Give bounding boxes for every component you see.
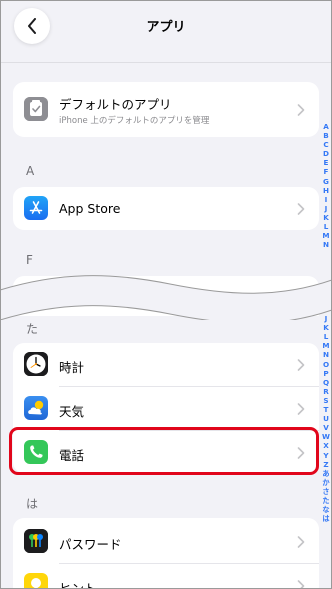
section-index-lower[interactable]: IJKLMNOPQRSTUVWXYZあかさたなは bbox=[320, 305, 332, 523]
index-letter[interactable]: さ bbox=[320, 487, 332, 496]
index-letter[interactable]: P bbox=[320, 369, 332, 378]
phone-row-highlight bbox=[9, 427, 319, 475]
section-ha-card: パスワード ヒント bbox=[13, 518, 319, 589]
index-letter[interactable]: L bbox=[320, 222, 332, 231]
index-letter[interactable]: か bbox=[320, 478, 332, 487]
index-letter[interactable]: R bbox=[320, 387, 332, 396]
app-store-icon bbox=[24, 196, 48, 220]
chevron-right-icon bbox=[297, 359, 305, 371]
clock-label: 時計 bbox=[59, 360, 85, 375]
index-letter[interactable]: G bbox=[320, 177, 332, 186]
index-letter[interactable]: W bbox=[320, 432, 332, 441]
clock-icon bbox=[24, 352, 48, 376]
page-title: アプリ bbox=[146, 20, 186, 35]
default-apps-row[interactable]: デフォルトのアプリ iPhone 上のデフォルトのアプリを管理 bbox=[13, 82, 319, 137]
section-header-f: F bbox=[26, 253, 33, 267]
default-apps-subtitle: iPhone 上のデフォルトのアプリを管理 bbox=[59, 116, 210, 126]
index-letter[interactable]: E bbox=[320, 158, 332, 167]
index-letter[interactable]: M bbox=[320, 341, 332, 350]
index-letter[interactable]: I bbox=[320, 195, 332, 204]
app-row-tips[interactable]: ヒント bbox=[13, 564, 319, 589]
index-letter[interactable]: あ bbox=[320, 469, 332, 478]
wavy-break bbox=[0, 275, 332, 320]
chevron-right-icon bbox=[297, 536, 305, 548]
chevron-right-icon bbox=[297, 403, 305, 415]
index-letter[interactable]: Z bbox=[320, 460, 332, 469]
index-letter[interactable]: K bbox=[320, 213, 332, 222]
chevron-right-icon bbox=[297, 580, 305, 589]
passwords-label: パスワード bbox=[59, 537, 122, 552]
app-row-weather[interactable]: 天気 bbox=[13, 387, 319, 430]
index-letter[interactable]: は bbox=[320, 514, 332, 523]
index-letter[interactable]: B bbox=[320, 131, 332, 140]
index-letter[interactable]: F bbox=[320, 167, 332, 176]
index-letter[interactable]: X bbox=[320, 441, 332, 450]
index-letter[interactable]: D bbox=[320, 149, 332, 158]
index-letter[interactable]: L bbox=[320, 332, 332, 341]
index-letter[interactable]: A bbox=[320, 122, 332, 131]
index-letter[interactable]: M bbox=[320, 231, 332, 240]
index-letter[interactable]: J bbox=[320, 204, 332, 213]
header-divider bbox=[0, 62, 332, 63]
app-store-label: App Store bbox=[59, 201, 121, 216]
chevron-right-icon bbox=[297, 203, 305, 215]
section-header-a: A bbox=[26, 164, 35, 178]
index-letter[interactable]: O bbox=[320, 360, 332, 369]
app-row-app-store[interactable]: App Store bbox=[13, 187, 319, 230]
tips-label: ヒント bbox=[59, 581, 97, 589]
index-letter[interactable]: N bbox=[320, 240, 332, 249]
default-apps-card: デフォルトのアプリ iPhone 上のデフォルトのアプリを管理 bbox=[13, 82, 319, 137]
default-apps-title: デフォルトのアプリ bbox=[59, 97, 172, 112]
index-letter[interactable]: V bbox=[320, 423, 332, 432]
chevron-right-icon bbox=[297, 104, 305, 116]
index-letter[interactable]: K bbox=[320, 323, 332, 332]
section-header-ta: た bbox=[26, 322, 39, 336]
default-apps-icon bbox=[24, 97, 48, 121]
weather-icon bbox=[24, 396, 48, 420]
index-letter[interactable]: H bbox=[320, 186, 332, 195]
index-letter[interactable]: S bbox=[320, 396, 332, 405]
section-a-card: App Store bbox=[13, 187, 319, 230]
index-letter[interactable]: U bbox=[320, 414, 332, 423]
index-letter[interactable]: N bbox=[320, 350, 332, 359]
app-row-clock[interactable]: 時計 bbox=[13, 343, 319, 386]
index-letter[interactable]: Q bbox=[320, 378, 332, 387]
weather-label: 天気 bbox=[59, 404, 85, 419]
tips-icon bbox=[24, 573, 48, 589]
app-row-passwords[interactable]: パスワード bbox=[13, 520, 319, 563]
section-header-ha: は bbox=[26, 497, 39, 511]
index-letter[interactable]: た bbox=[320, 496, 332, 505]
passwords-icon bbox=[24, 529, 48, 553]
index-letter[interactable]: T bbox=[320, 405, 332, 414]
index-letter[interactable]: Y bbox=[320, 451, 332, 460]
index-letter[interactable]: C bbox=[320, 140, 332, 149]
index-letter[interactable]: な bbox=[320, 505, 332, 514]
section-index-upper[interactable]: ABCDEFGHIJKLMN bbox=[320, 122, 332, 249]
